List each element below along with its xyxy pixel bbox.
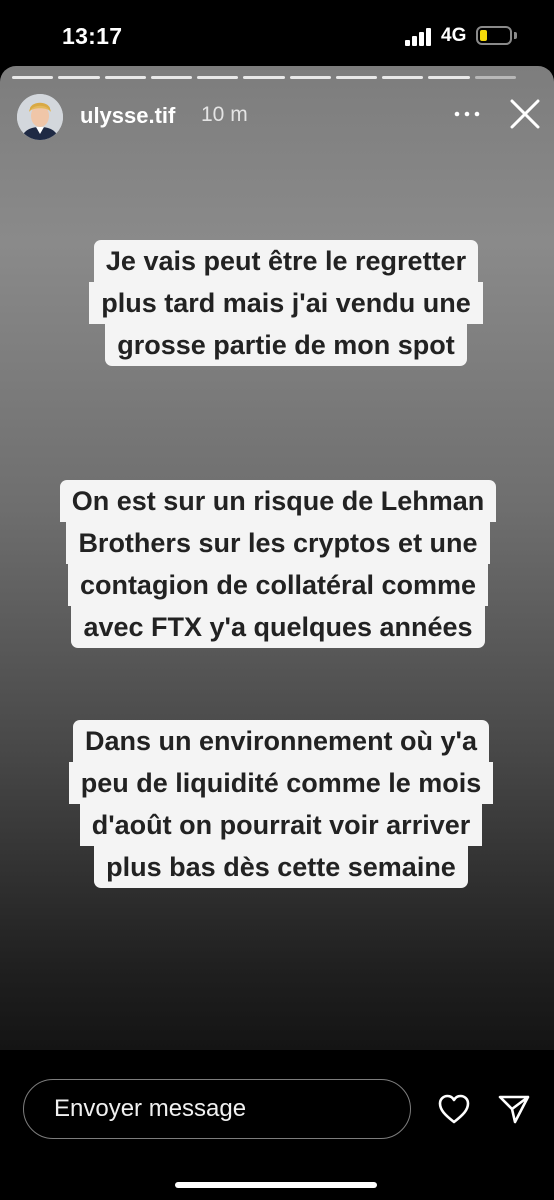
story-progress-segment xyxy=(150,76,193,79)
username[interactable]: ulysse.tif xyxy=(80,103,175,129)
story-text-line: avec FTX y'a quelques années xyxy=(71,606,485,648)
signal-icon xyxy=(405,28,435,46)
story-text-line: On est sur un risque de Lehman xyxy=(59,480,497,522)
heart-icon[interactable] xyxy=(437,1093,471,1125)
story-text-line: plus bas dès cette semaine xyxy=(94,846,468,888)
story-text-line: plus tard mais j'ai vendu une xyxy=(89,282,483,324)
send-icon[interactable] xyxy=(497,1093,531,1125)
story-text-block: On est sur un risque de Lehman Brothers … xyxy=(47,480,509,648)
battery-cap xyxy=(514,32,517,39)
story-text-block: Je vais peut être le regretter plus tard… xyxy=(64,240,508,366)
status-bar: 13:17 4G xyxy=(0,0,554,68)
story-progress-segment xyxy=(104,76,146,79)
story-progress-segment xyxy=(382,76,424,79)
message-input[interactable]: Envoyer message xyxy=(23,1079,411,1139)
avatar-image xyxy=(17,94,63,140)
story-text-line: Dans un environnement où y'a xyxy=(73,720,489,762)
story-view[interactable]: ulysse.tif 10 m Je vais peut être le reg… xyxy=(0,66,554,1050)
battery-fill xyxy=(480,30,487,41)
story-text-block: Dans un environnement où y'a peu de liqu… xyxy=(55,720,507,888)
story-progress-segment xyxy=(428,76,470,79)
story-text-line: peu de liquidité comme le mois xyxy=(68,762,494,804)
story-progress-segment xyxy=(474,76,516,79)
story-text-line: Brothers sur les cryptos et une xyxy=(66,522,490,564)
home-indicator xyxy=(175,1182,377,1188)
close-icon[interactable] xyxy=(508,97,542,131)
reply-bar: Envoyer message xyxy=(0,1050,554,1200)
story-progress-segment xyxy=(197,76,239,79)
story-progress-segment xyxy=(12,76,54,79)
battery-icon xyxy=(476,26,512,45)
story-progress-segment xyxy=(243,76,285,79)
story-text-line: contagion de collatéral comme xyxy=(67,564,489,606)
story-text-line: grosse partie de mon spot xyxy=(105,324,467,366)
story-text-line: d'août on pourrait voir arriver xyxy=(79,804,483,846)
more-icon[interactable] xyxy=(452,102,482,126)
status-time: 13:17 xyxy=(62,23,123,49)
avatar[interactable] xyxy=(17,94,63,140)
story-progress-segment xyxy=(58,76,100,79)
network-label: 4G xyxy=(441,25,467,46)
story-progress-segment xyxy=(335,76,378,79)
story-time-ago: 10 m xyxy=(201,103,248,126)
story-text-line: Je vais peut être le regretter xyxy=(93,240,479,282)
story-progress-segment xyxy=(289,76,331,79)
story-progress xyxy=(12,76,516,79)
